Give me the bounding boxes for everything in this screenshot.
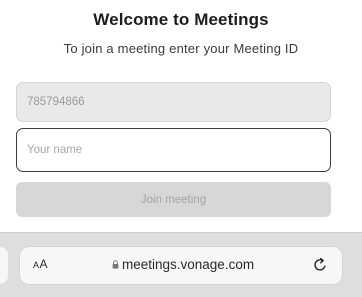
page-subtitle: To join a meeting enter your Meeting ID (63, 41, 299, 56)
text-size-button[interactable]: AA (33, 257, 48, 271)
meeting-id-field[interactable] (16, 82, 331, 122)
page-title: Welcome to Meetings (93, 10, 269, 29)
url-text: meetings.vonage.com (122, 257, 255, 272)
meeting-join-page: Welcome to Meetings To join a meeting en… (0, 0, 362, 297)
lock-icon (112, 260, 119, 269)
url-field[interactable]: AA meetings.vonage.com (20, 247, 342, 284)
reload-icon[interactable] (312, 257, 328, 273)
previous-tab-edge[interactable] (0, 247, 8, 284)
join-meeting-button[interactable]: Join meeting (16, 182, 331, 217)
name-field[interactable] (16, 128, 331, 172)
text-size-large-letter: A (39, 257, 49, 271)
browser-address-bar: AA meetings.vonage.com (0, 232, 362, 297)
